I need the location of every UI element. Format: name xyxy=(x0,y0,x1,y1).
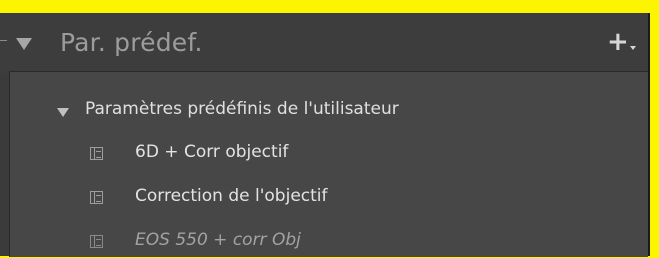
folder-user-presets[interactable]: Paramètres prédéfinis de l'utilisateur xyxy=(85,99,399,119)
add-preset-icon[interactable]: + xyxy=(607,29,629,55)
panel-title: Par. prédef. xyxy=(60,28,203,57)
preset-label: 6D + Corr objectif xyxy=(135,142,289,162)
folder-expand-triangle-icon[interactable] xyxy=(57,108,69,117)
preset-label: EOS 550 + corr Obj xyxy=(135,230,301,250)
screenshot-frame: Par. prédef. + Paramètres prédéfinis de … xyxy=(0,0,659,257)
list-item[interactable]: Correction de l'objectif xyxy=(90,186,630,214)
preset-list: Paramètres prédéfinis de l'utilisateur 6… xyxy=(9,71,648,257)
collapse-triangle-icon[interactable] xyxy=(16,38,32,50)
list-item[interactable]: 6D + Corr objectif xyxy=(90,142,630,170)
header-divider xyxy=(0,40,7,41)
preset-icon xyxy=(90,147,103,160)
panel-header[interactable]: Par. prédef. + xyxy=(0,13,648,73)
preset-icon xyxy=(90,235,103,248)
preset-icon xyxy=(90,191,103,204)
list-item[interactable]: EOS 550 + corr Obj xyxy=(90,230,630,258)
preset-label: Correction de l'objectif xyxy=(135,186,328,206)
presets-panel: Par. prédef. + Paramètres prédéfinis de … xyxy=(0,13,650,257)
add-preset-dropdown-icon[interactable] xyxy=(630,46,636,50)
